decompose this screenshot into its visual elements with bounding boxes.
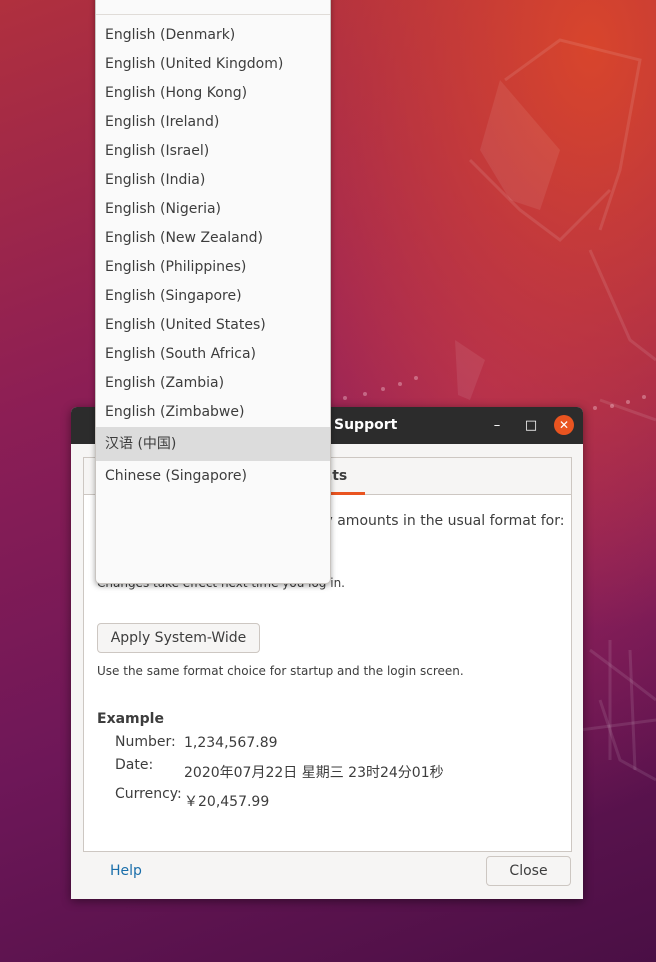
date-label: Date: bbox=[115, 757, 154, 773]
help-link[interactable]: Help bbox=[110, 863, 142, 879]
format-prompt: ty amounts in the usual format for: bbox=[319, 513, 565, 529]
dropdown-item[interactable]: Chinese (Singapore) bbox=[96, 462, 330, 491]
close-window-icon[interactable]: ✕ bbox=[554, 415, 574, 435]
dropdown-item[interactable]: English (Zambia) bbox=[96, 369, 330, 398]
dropdown-item[interactable]: English (India) bbox=[96, 166, 330, 195]
apply-system-wide-button[interactable]: Apply System-Wide bbox=[97, 623, 260, 653]
dropdown-item-selected[interactable]: 汉语 (中国) bbox=[96, 427, 330, 461]
maximize-icon[interactable]: □ bbox=[520, 415, 542, 437]
dropdown-item[interactable]: English (Philippines) bbox=[96, 253, 330, 282]
dropdown-item[interactable]: English (New Zealand) bbox=[96, 224, 330, 253]
dropdown-item[interactable]: English (Zimbabwe) bbox=[96, 398, 330, 427]
date-value: 2020年07月22日 星期三 23时24分01秒 bbox=[184, 765, 444, 781]
dropdown-item[interactable]: English (Israel) bbox=[96, 137, 330, 166]
currency-label: Currency: bbox=[115, 786, 182, 802]
dropdown-item[interactable]: English (United States) bbox=[96, 311, 330, 340]
use-same-note: Use the same format choice for startup a… bbox=[97, 664, 464, 678]
currency-value: ￥20,457.99 bbox=[184, 794, 270, 810]
minimize-icon[interactable]: – bbox=[486, 415, 508, 437]
language-dropdown-menu: English (Denmark) English (United Kingdo… bbox=[95, 0, 331, 584]
window-title: Support bbox=[334, 417, 398, 433]
dropdown-item[interactable]: English (Hong Kong) bbox=[96, 79, 330, 108]
dropdown-item[interactable]: English (South Africa) bbox=[96, 340, 330, 369]
dropdown-item[interactable]: English (Singapore) bbox=[96, 282, 330, 311]
dropdown-scroll-top[interactable] bbox=[96, 0, 330, 15]
number-value: 1,234,567.89 bbox=[184, 735, 278, 751]
close-button[interactable]: Close bbox=[486, 856, 571, 886]
example-heading: Example bbox=[97, 711, 164, 727]
number-label: Number: bbox=[115, 734, 176, 750]
dropdown-item[interactable]: English (Nigeria) bbox=[96, 195, 330, 224]
dropdown-item[interactable]: English (Denmark) bbox=[96, 21, 330, 50]
dropdown-item[interactable]: English (United Kingdom) bbox=[96, 50, 330, 79]
dropdown-item[interactable]: English (Ireland) bbox=[96, 108, 330, 137]
